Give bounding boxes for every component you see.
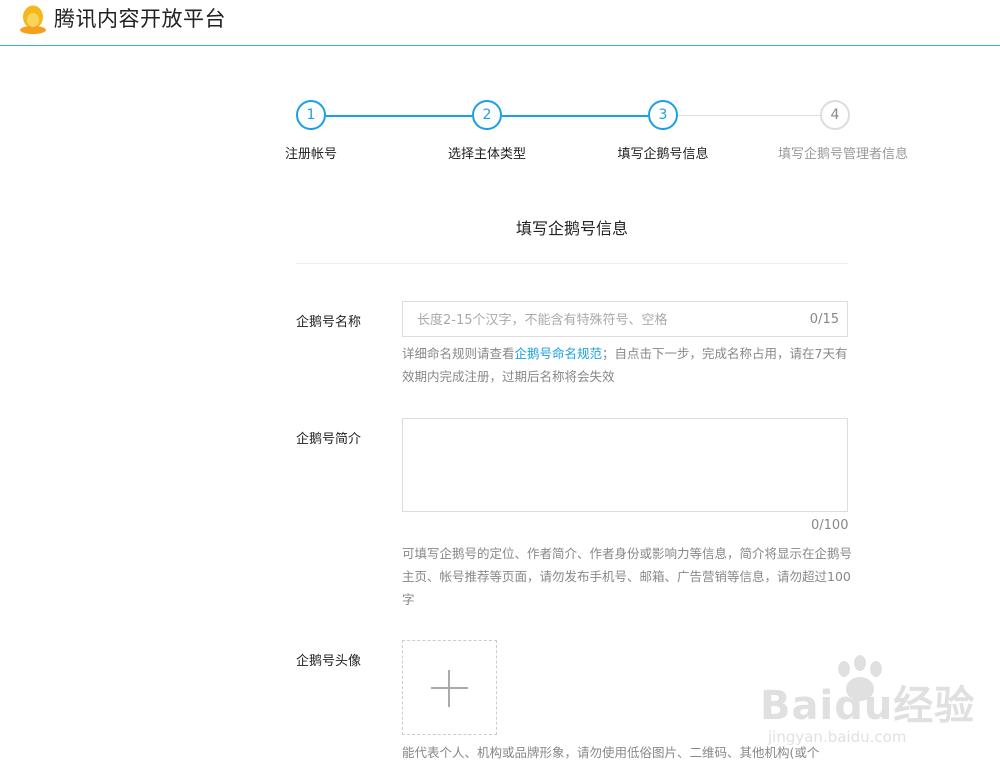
platform-title[interactable]: 腾讯内容开放平台 [54,5,226,33]
step-2-circle: 2 [472,100,502,130]
penguin-logo-icon [20,5,46,34]
name-field-label: 企鹅号名称 [296,315,362,330]
intro-textarea-box[interactable] [402,418,848,512]
baidu-watermark: Baidu经验 jingyan.baidu.com [760,655,990,760]
avatar-upload-button[interactable] [402,640,497,735]
avatar-field-label: 企鹅号头像 [296,654,362,669]
step-3-label: 填写企鹅号信息 [617,147,709,162]
watermark-url: jingyan.baidu.com [768,728,907,746]
name-hint: 详细命名规则请查看企鹅号命名规范；自点击下一步，完成名称占用，请在7天有效期内完… [402,342,852,388]
form-title: 填写企鹅号信息 [515,219,628,238]
registration-steps: 1 2 3 4 注册帐号 选择主体类型 填写企鹅号信息 填写企鹅号管理者信息 [0,98,1000,168]
step-3-circle: 3 [648,100,678,130]
name-hint-text-before: 详细命名规则请查看 [402,346,515,361]
step-2-label: 选择主体类型 [447,147,527,162]
name-input[interactable] [415,302,799,338]
intro-field-label: 企鹅号简介 [296,432,362,447]
step-connector-2-3 [502,115,648,117]
step-connector-1-2 [326,115,472,117]
naming-rules-link[interactable]: 企鹅号命名规范 [515,346,603,361]
title-divider [296,263,848,264]
intro-hint: 可填写企鹅号的定位、作者简介、作者身份或影响力等信息，简介将显示在企鹅号主页、帐… [402,546,853,607]
step-4-circle: 4 [820,100,850,130]
step-1-label: 注册帐号 [284,147,338,162]
intro-char-counter: 0/100 [811,518,849,533]
intro-textarea[interactable] [403,419,847,511]
step-4-label: 填写企鹅号管理者信息 [777,147,909,162]
step-connector-3-4 [678,115,820,116]
top-header: 腾讯内容开放平台 [0,0,1000,46]
watermark-text: Baidu经验 [760,683,976,729]
step-1-circle: 1 [296,100,326,130]
name-input-box[interactable]: 0/15 [402,301,848,338]
name-char-counter: 0/15 [809,312,839,327]
plus-icon-vertical [448,670,450,707]
